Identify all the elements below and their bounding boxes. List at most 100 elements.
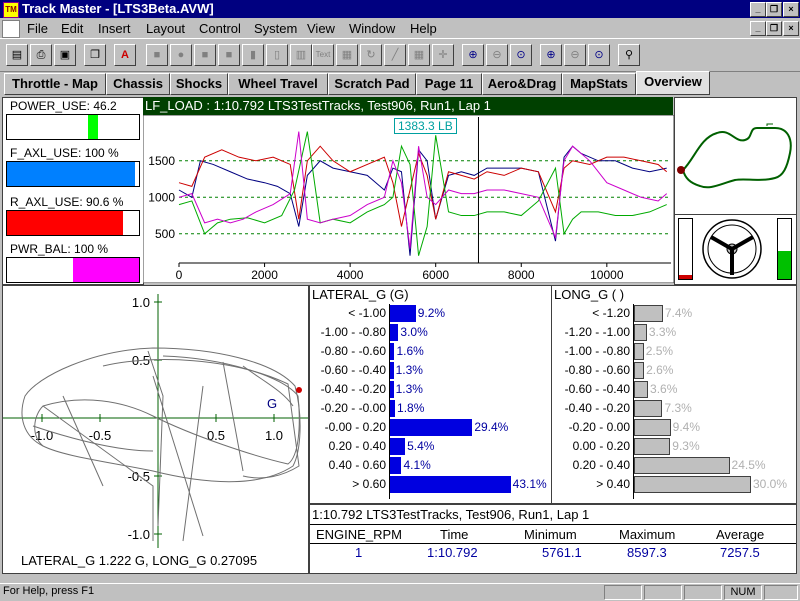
gg-trace-1 xyxy=(34,355,300,465)
zoom-fit-icon[interactable]: ⊙ xyxy=(510,44,532,66)
tab-page-11[interactable]: Page 11 xyxy=(416,73,482,95)
text-icon[interactable]: Text xyxy=(312,44,334,66)
lf-load-chart[interactable]: 500 1000 1500 0 2000 4000 6000 8000 10000 xyxy=(143,115,674,283)
tab-wheel-travel[interactable]: Wheel Travel xyxy=(228,73,328,95)
menu-file[interactable]: File xyxy=(27,21,48,36)
document-icon[interactable] xyxy=(2,20,20,38)
lateral-g-histogram: LATERAL_G (G) < -1.00 9.2% -1.00 - -0.80 3.… xyxy=(309,285,552,504)
panel-icon[interactable]: ▥ xyxy=(290,44,312,66)
hist-value-label: 3.6% xyxy=(650,382,678,396)
tab-shocks[interactable]: Shocks xyxy=(170,73,228,95)
hist-value-label: 1.3% xyxy=(395,363,423,377)
steering-wheel-icon xyxy=(702,219,762,279)
hist-bar xyxy=(634,400,663,417)
tab-aero-drag[interactable]: Aero&Drag xyxy=(482,73,562,95)
toolbar: ▤ ⎙ ▣ ❐ A ■ ● ■ ■ ▮ ▯ ▥ Text ▦ ↻ ╱ ▦ ✛ ⊕… xyxy=(0,38,800,72)
cell-maximum: 8597.3 xyxy=(627,545,667,560)
tab-mapstats[interactable]: MapStats xyxy=(562,73,636,95)
hist-value-label: 29.4% xyxy=(474,420,509,434)
hist-bar xyxy=(634,343,644,360)
zoom-out-icon[interactable]: ⊖ xyxy=(486,44,508,66)
menu-insert[interactable]: Insert xyxy=(98,21,131,36)
bar-icon[interactable]: ▯ xyxy=(266,44,288,66)
hist-value-label: 3.3% xyxy=(648,325,677,339)
gauge-fill xyxy=(73,258,139,282)
car-position-marker xyxy=(677,166,685,174)
save-icon[interactable]: ▣ xyxy=(54,44,76,66)
hist-bar xyxy=(634,438,671,455)
hist-range-label: -1.00 - -0.80 xyxy=(564,344,630,358)
hist-value-label: 9.2% xyxy=(417,306,446,320)
hist-value-label: 1.6% xyxy=(396,344,424,358)
table-icon[interactable]: ▦ xyxy=(336,44,358,66)
child-minimize-icon[interactable]: _ xyxy=(750,21,766,36)
tab-chassis[interactable]: Chassis xyxy=(106,73,170,95)
crosshair-icon[interactable]: ✛ xyxy=(432,44,454,66)
print-icon[interactable]: ⎙ xyxy=(30,44,52,66)
hist-value-label: 4.1% xyxy=(403,458,431,472)
main-chart-header-bar: LF_LOAD : 1:10.792 LTS3TestTracks, Test9… xyxy=(143,97,673,115)
rect-icon[interactable]: ▮ xyxy=(242,44,264,66)
hist-bar xyxy=(634,324,647,341)
tab-throttle-map[interactable]: Throttle - Map xyxy=(4,73,106,95)
menu-help[interactable]: Help xyxy=(410,21,437,36)
hist-bar xyxy=(390,419,473,436)
grid-icon[interactable]: ▦ xyxy=(408,44,430,66)
minimize-icon[interactable]: _ xyxy=(750,2,766,17)
open-icon[interactable]: ▤ xyxy=(6,44,28,66)
circle-icon[interactable]: ● xyxy=(170,44,192,66)
stats-panel: 1:10.792 LTS3TestTracks, Test906, Run1, … xyxy=(309,504,797,574)
page-tabs: Throttle - Map Chassis Shocks Wheel Trav… xyxy=(0,71,800,163)
menu-layout[interactable]: Layout xyxy=(146,21,185,36)
tab-overview[interactable]: Overview xyxy=(636,71,710,95)
hist-value-label: 1.3% xyxy=(395,382,423,396)
zoom-y-icon[interactable]: ⊖ xyxy=(564,44,586,66)
gauge-label: R_AXL_USE: 90.6 % xyxy=(10,195,124,209)
hist-value-label: 9.4% xyxy=(672,420,701,434)
hist-bar xyxy=(390,362,394,379)
menu-window[interactable]: Window xyxy=(349,21,395,36)
gauge-label: PWR_BAL: 100 % xyxy=(10,242,109,256)
cell-minimum: 5761.1 xyxy=(542,545,582,560)
track-map[interactable] xyxy=(675,98,796,214)
child-close-icon[interactable]: × xyxy=(783,21,799,36)
copy-icon[interactable]: ❐ xyxy=(84,44,106,66)
gg-plot-panel: -1.0 -0.5 0.5 1.0 1.0 0.5 -0.5 -1.0 G LATERAL_G … xyxy=(2,285,309,574)
zoom-x-icon[interactable]: ⊕ xyxy=(540,44,562,66)
zoom-xy-icon[interactable]: ⊙ xyxy=(588,44,610,66)
menu-view[interactable]: View xyxy=(307,21,335,36)
close-icon[interactable]: × xyxy=(783,2,799,17)
title-bar: TM Track Master - [LTS3Beta.AVW] _ ❐ × xyxy=(0,0,800,18)
hist-range-label: -1.20 - -1.00 xyxy=(564,325,630,339)
gg-marker-label: G xyxy=(267,396,277,411)
hist-bar xyxy=(390,343,395,360)
hist-range-label: > 0.40 xyxy=(596,477,630,491)
square-icon[interactable]: ■ xyxy=(194,44,216,66)
gauge-fill xyxy=(7,211,123,235)
stats-header: 1:10.792 LTS3TestTracks, Test906, Run1, … xyxy=(312,507,590,522)
child-restore-icon[interactable]: ❐ xyxy=(766,21,782,36)
brake-bar xyxy=(678,218,693,280)
hist-range-label: > 0.60 xyxy=(352,477,386,491)
rotate-icon[interactable]: ↻ xyxy=(360,44,382,66)
col-maximum: Maximum xyxy=(619,527,676,542)
tab-scratch-pad[interactable]: Scratch Pad xyxy=(328,73,416,95)
gg-plot[interactable]: -1.0 -0.5 0.5 1.01.00.5-0.5-1.0G xyxy=(3,286,308,573)
delete-icon[interactable]: A xyxy=(114,44,136,66)
menu-system[interactable]: System xyxy=(254,21,297,36)
app-icon[interactable]: TM xyxy=(3,2,19,18)
restore-icon[interactable]: ❐ xyxy=(766,2,782,17)
zoom-in-icon[interactable]: ⊕ xyxy=(462,44,484,66)
long-g-title: LONG_G ( ) xyxy=(554,287,625,302)
square-icon[interactable]: ■ xyxy=(218,44,240,66)
find-icon[interactable]: ⚲ xyxy=(618,44,640,66)
hist-range-label: 0.40 - 0.60 xyxy=(328,458,386,472)
hist-value-label: 9.3% xyxy=(672,439,700,453)
line-icon[interactable]: ╱ xyxy=(384,44,406,66)
hist-range-label: -0.80 - -0.60 xyxy=(320,344,386,358)
box-icon[interactable]: ■ xyxy=(146,44,168,66)
hist-value-label: 2.6% xyxy=(646,363,674,377)
menu-control[interactable]: Control xyxy=(199,21,241,36)
menu-edit[interactable]: Edit xyxy=(61,21,83,36)
hist-value-label: 5.4% xyxy=(407,439,435,453)
